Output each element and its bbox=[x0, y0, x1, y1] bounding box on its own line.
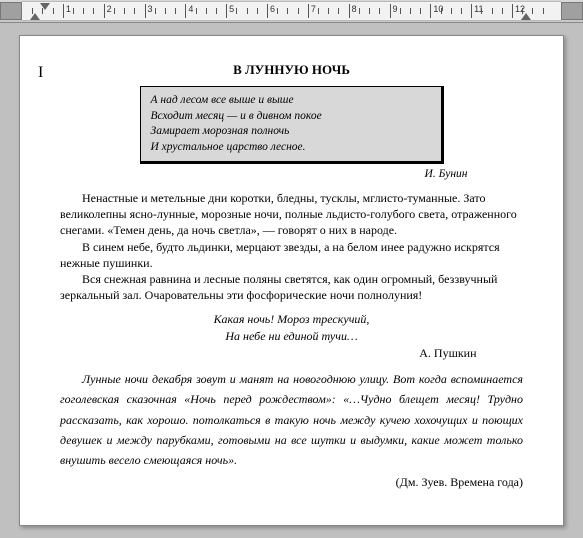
ruler-tick-minor bbox=[451, 8, 452, 14]
left-indent-marker[interactable] bbox=[30, 13, 40, 20]
ruler-label: 10 bbox=[433, 4, 443, 14]
document-page[interactable]: I В ЛУННУЮ НОЧЬ А над лесом все выше и в… bbox=[19, 35, 564, 526]
ruler-tick-minor bbox=[277, 8, 278, 14]
epigraph-line: Всходит месяц — и в дивном покое bbox=[151, 109, 431, 125]
body-section-1: Ненастные и метельные дни коротки, бледн… bbox=[60, 190, 523, 303]
verse-line: На небе ни единой тучи… bbox=[60, 328, 523, 344]
epigraph-box: А над лесом все выше и выше Всходит меся… bbox=[140, 86, 444, 164]
ruler-tick-minor bbox=[247, 8, 248, 14]
body-section-2: Лунные ночи декабря зовут и манят на нов… bbox=[60, 369, 523, 471]
epigraph-line: Замирает морозная полночь bbox=[151, 124, 431, 140]
ruler-right-cap bbox=[561, 2, 583, 20]
ruler-tick-minor bbox=[93, 8, 94, 14]
ruler-label: 12 bbox=[515, 4, 525, 14]
ruler-tick-minor bbox=[257, 8, 258, 14]
ruler-tick-minor bbox=[134, 8, 135, 14]
verse-block: Какая ночь! Мороз трескучий, На небе ни … bbox=[60, 311, 523, 343]
ruler-tick-minor bbox=[502, 8, 503, 14]
ruler-tick-minor bbox=[196, 8, 197, 14]
ruler-label: 3 bbox=[148, 4, 153, 14]
ruler-tick-minor bbox=[410, 8, 411, 14]
paragraph: Лунные ночи декабря зовут и манят на нов… bbox=[60, 369, 523, 471]
ruler-label: 6 bbox=[270, 4, 275, 14]
ruler-tick-minor bbox=[83, 8, 84, 14]
ruler-tick-minor bbox=[298, 8, 299, 14]
ruler-tick-minor bbox=[124, 8, 125, 14]
ruler-tick-minor bbox=[379, 8, 380, 14]
ruler-tick-minor bbox=[420, 8, 421, 14]
epigraph-line: А над лесом все выше и выше bbox=[151, 93, 431, 109]
ruler-tick-minor bbox=[236, 8, 237, 14]
ruler-tick-minor bbox=[328, 8, 329, 14]
ruler-tick-minor bbox=[359, 8, 360, 14]
horizontal-ruler[interactable]: 123456789101112 bbox=[0, 0, 583, 23]
ruler-tick-minor bbox=[441, 8, 442, 14]
ruler-tick-major bbox=[512, 4, 513, 18]
ruler-tick-minor bbox=[369, 8, 370, 14]
epigraph-author: И. Бунин bbox=[116, 168, 468, 180]
ruler-tick-minor bbox=[461, 8, 462, 14]
source-citation: (Дм. Зуев. Времена года) bbox=[60, 475, 523, 490]
ruler-tick-major bbox=[63, 4, 64, 18]
ruler-label: 1 bbox=[66, 4, 71, 14]
ruler-tick-major bbox=[349, 4, 350, 18]
text-cursor-icon: I bbox=[38, 64, 43, 82]
ruler-tick-minor bbox=[32, 8, 33, 14]
ruler-tick-minor bbox=[400, 8, 401, 14]
ruler-label: 9 bbox=[393, 4, 398, 14]
ruler-tick-minor bbox=[165, 8, 166, 14]
ruler-tick-minor bbox=[338, 8, 339, 14]
workspace: I В ЛУННУЮ НОЧЬ А над лесом все выше и в… bbox=[0, 23, 583, 538]
right-indent-marker[interactable] bbox=[521, 13, 531, 20]
ruler-left-cap bbox=[0, 2, 22, 20]
ruler-label: 4 bbox=[188, 4, 193, 14]
ruler-tick-major bbox=[308, 4, 309, 18]
ruler-tick-minor bbox=[522, 8, 523, 14]
ruler-tick-major bbox=[267, 4, 268, 18]
ruler-tick-minor bbox=[114, 8, 115, 14]
ruler-tick-minor bbox=[73, 8, 74, 14]
verse-line: Какая ночь! Мороз трескучий, bbox=[60, 311, 523, 327]
ruler-tick-minor bbox=[481, 8, 482, 14]
ruler-tick-major bbox=[430, 4, 431, 18]
ruler-tick-major bbox=[471, 4, 472, 18]
verse-author: А. Пушкин bbox=[107, 346, 477, 361]
ruler-tick-minor bbox=[318, 8, 319, 14]
ruler-label: 2 bbox=[107, 4, 112, 14]
ruler-tick-major bbox=[145, 4, 146, 18]
ruler-tick-minor bbox=[53, 8, 54, 14]
ruler-tick-major bbox=[185, 4, 186, 18]
paragraph: Вся снежная равнина и лесные поляны свет… bbox=[60, 271, 523, 303]
ruler-tick-major bbox=[226, 4, 227, 18]
ruler-label: 5 bbox=[229, 4, 234, 14]
ruler-tick-minor bbox=[206, 8, 207, 14]
ruler-label: 7 bbox=[311, 4, 316, 14]
ruler-scale[interactable]: 123456789101112 bbox=[22, 1, 561, 21]
ruler-tick-minor bbox=[175, 8, 176, 14]
document-title: В ЛУННУЮ НОЧЬ bbox=[60, 62, 523, 78]
ruler-tick-minor bbox=[287, 8, 288, 14]
ruler-tick-minor bbox=[543, 8, 544, 14]
paragraph: Ненастные и метельные дни коротки, бледн… bbox=[60, 190, 523, 239]
ruler-tick-minor bbox=[216, 8, 217, 14]
paragraph: В синем небе, будто льдинки, мерцают зве… bbox=[60, 239, 523, 271]
ruler-label: 8 bbox=[352, 4, 357, 14]
ruler-tick-major bbox=[104, 4, 105, 18]
ruler-tick-minor bbox=[42, 8, 43, 14]
epigraph-line: И хрустальное царство лесное. bbox=[151, 140, 431, 156]
ruler-tick-minor bbox=[155, 8, 156, 14]
ruler-tick-minor bbox=[492, 8, 493, 14]
ruler-tick-minor bbox=[532, 8, 533, 14]
ruler-tick-major bbox=[390, 4, 391, 18]
